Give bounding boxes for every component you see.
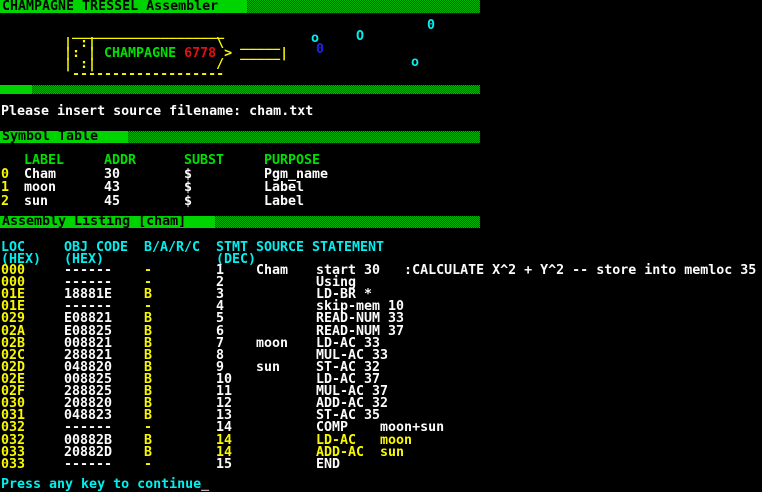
symbol-index: 2: [1, 193, 10, 209]
listing-row: 02A E08825 B 6 READ-NUM 37: [0, 324, 762, 337]
col-header-purpose: PURPOSE: [264, 153, 321, 168]
symbol-table-bar-dither-fill: [128, 131, 480, 143]
listing-row: 033 20882D B 14 ADD-AC sun: [0, 445, 762, 458]
stmt-value: 15: [216, 456, 233, 472]
symbol-table-header-row: LABEL ADDR SUBST PURPOSE: [0, 154, 762, 168]
assembly-listing-bar: Assembly Listing [cham]: [0, 214, 480, 229]
bottle-row3-right: > _____|: [216, 46, 289, 61]
assembly-listing-title: Assembly Listing [cham]: [2, 214, 187, 229]
text-cursor: _: [201, 477, 210, 492]
title-bar-solid: CHAMPAGNE TRESSEL Assembler: [0, 0, 247, 13]
col-header-addr: ADDR: [104, 153, 137, 168]
title-bar-dither-fill: [247, 0, 480, 13]
title-bar: CHAMPAGNE TRESSEL Assembler: [0, 0, 480, 13]
source-label: moon: [256, 335, 289, 351]
symbol-purpose: Label: [264, 180, 305, 195]
assembly-listing-rows: 000 ------ - 1 Cham start 30 :CALCULATE …: [0, 263, 762, 472]
symbol-row: 1 moon 43 $ Label: [0, 181, 762, 195]
listing-row: 030 208820 B 12 ADD-AC 32: [0, 397, 762, 410]
filename-prompt-text: Please insert source filename: cham.txt: [1, 104, 314, 119]
app-title: CHAMPAGNE TRESSEL Assembler: [2, 0, 219, 14]
bubble-icon: 0: [427, 18, 436, 33]
symbol-subst: $: [184, 193, 193, 209]
bottle-bottom-line: -------------------: [64, 67, 225, 82]
symbol-table-title: Symbol Table: [2, 129, 99, 144]
listing-row: 000 ------ - 2 Using: [0, 276, 762, 289]
symbol-table-bar-solid: Symbol Table: [0, 129, 128, 144]
symbol-index: 1: [1, 180, 10, 195]
symbol-addr: 30: [104, 166, 121, 182]
separator-bar: [0, 85, 480, 94]
listing-row: 02C 288821 B 8 MUL-AC 33: [0, 349, 762, 362]
separator-bar-dither-fill: [32, 85, 480, 94]
statement-text: start 30 :CALCULATE X^2 + Y^2 -- store i…: [316, 263, 757, 278]
source-label: Cham: [256, 263, 289, 278]
bubble-icon: o: [411, 55, 420, 70]
listing-row: 02D 048820 B 9 sun ST-AC 32: [0, 359, 762, 375]
symbol-table-bar: Symbol Table: [0, 129, 480, 144]
symbol-purpose: Pgm_name: [264, 166, 329, 182]
symbol-subst: $: [184, 166, 193, 182]
symbol-purpose: Label: [264, 193, 305, 209]
barc-value: -: [144, 456, 153, 472]
listing-row: 000 ------ - 1 Cham start 30 :CALCULATE …: [0, 263, 762, 278]
bubble-icon: 0: [316, 42, 325, 57]
filename-prompt: Please insert source filename: cham.txt: [1, 104, 313, 119]
symbol-addr: 45: [104, 193, 121, 209]
assembly-listing-bar-solid: Assembly Listing [cham]: [0, 214, 215, 229]
symbol-addr: 43: [104, 180, 121, 195]
press-any-key-text: Press any key to continue: [1, 477, 202, 492]
symbol-row: 2 sun 45 $ Label: [0, 193, 762, 209]
symbol-table: LABEL ADDR SUBST PURPOSE 0 Cham 30 $ Pgm…: [0, 154, 762, 208]
loc-value: 033: [1, 456, 26, 472]
statement-text: END: [316, 456, 341, 472]
symbol-row: 0 Cham 30 $ Pgm_name: [0, 166, 762, 182]
terminal-screen[interactable]: CHAMPAGNE TRESSEL Assembler ____________…: [0, 0, 762, 492]
assembly-listing-bar-dither-fill: [215, 216, 480, 228]
symbol-index: 0: [1, 166, 10, 182]
objcode-value: ------: [64, 456, 113, 472]
symbol-label: moon: [24, 180, 57, 195]
listing-row: 033 ------ - 15 END: [0, 456, 762, 472]
symbol-label: sun: [24, 193, 49, 209]
symbol-subst: $: [184, 180, 193, 195]
symbol-label: Cham: [24, 166, 57, 182]
separator-bar-solid: [0, 85, 32, 94]
source-label: sun: [256, 359, 281, 375]
bubble-icon: O: [356, 29, 365, 44]
footer-prompt: Press any key to continue_: [1, 477, 209, 492]
col-header-label: LABEL: [24, 153, 65, 168]
champagne-bottle-art: ___________________ | :| \ _____ |: | CH…: [64, 26, 289, 82]
listing-header-row-1: LOC OBJ CODE B/A/R/C STMT SOURCE STATEME…: [0, 240, 762, 255]
col-header-subst: SUBST: [184, 153, 225, 168]
